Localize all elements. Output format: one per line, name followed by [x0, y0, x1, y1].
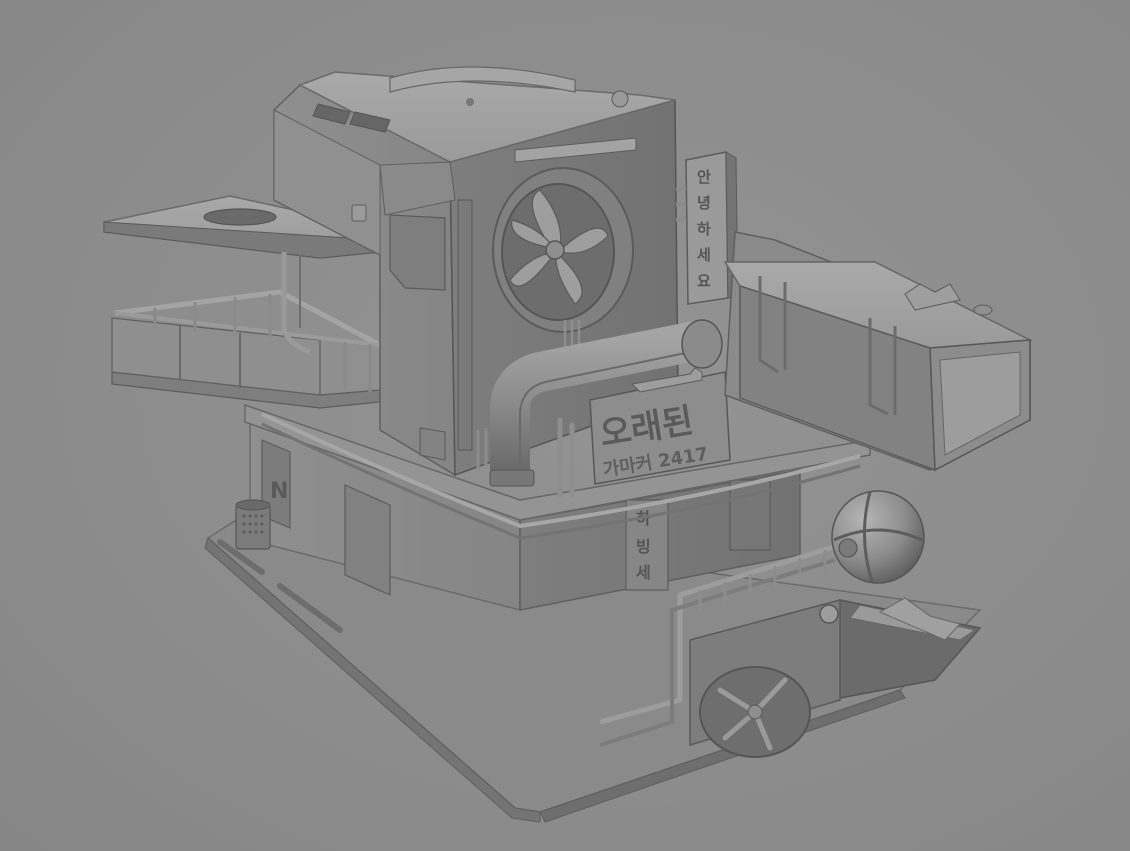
vertical-sign: 안 녕 하 세 요 [675, 151, 739, 305]
left-balcony [111, 289, 382, 409]
model-render: N 하 빙 세 오래된 가마커 2417 안 녕 하 세 요 [103, 66, 1033, 823]
vertical-sign-char-3: 하 [697, 220, 711, 238]
lower-sign-char-2: 빙 [636, 537, 651, 556]
vertical-sign-char-1: 안 [697, 168, 711, 186]
vertical-sign-char-4: 세 [697, 246, 711, 264]
trash-bin [235, 499, 271, 550]
3d-viewport: N 하 빙 세 오래된 가마커 2417 안 녕 하 세 요 [0, 0, 1130, 851]
door-letter: N [270, 479, 288, 504]
lower-sign-char-3: 세 [636, 563, 651, 582]
metal-sphere [831, 490, 925, 584]
bridge-tube [723, 231, 1033, 472]
lower-fan [699, 666, 811, 758]
vertical-sign-char-5: 요 [697, 272, 711, 290]
vertical-sign-char-2: 녕 [697, 194, 711, 212]
